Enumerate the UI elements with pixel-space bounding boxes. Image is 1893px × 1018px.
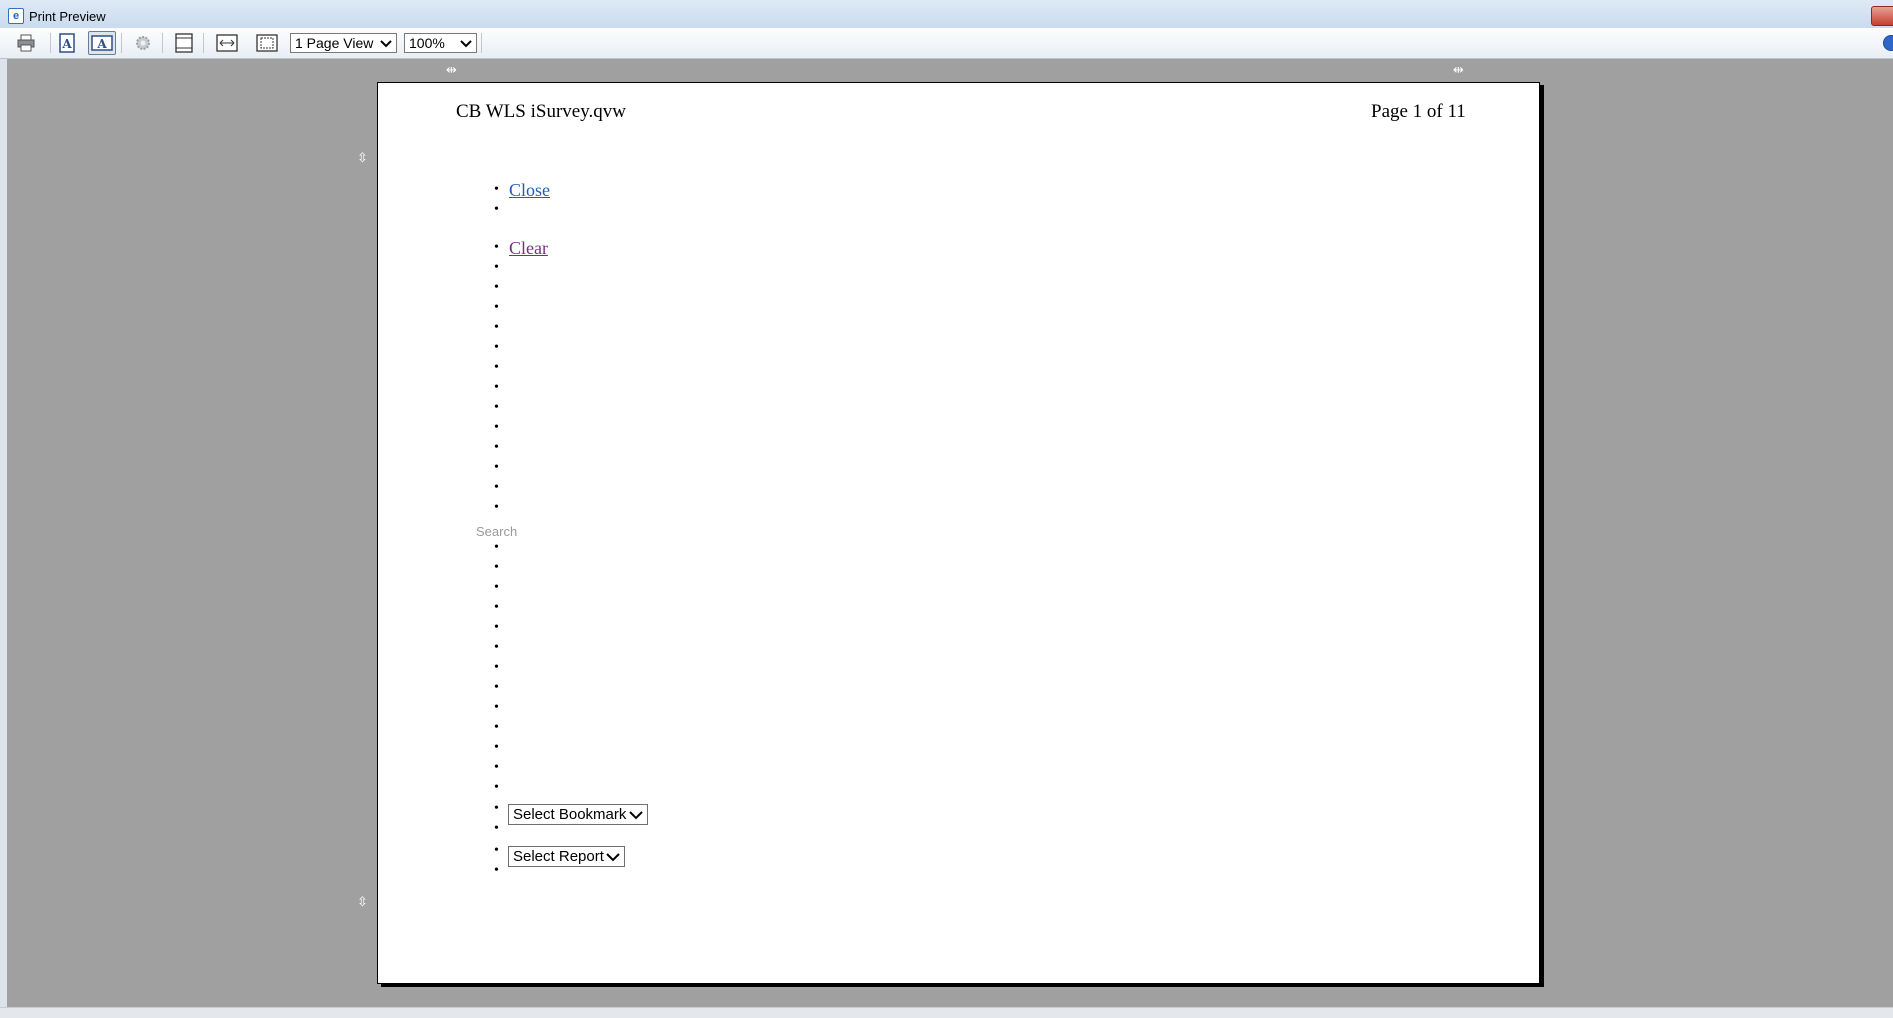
turn-headers-footers-button[interactable] — [170, 31, 198, 55]
list-bullet: • — [494, 863, 499, 878]
list-bullet: • — [494, 240, 499, 255]
list-bullet: • — [494, 740, 499, 755]
full-width-icon — [216, 34, 238, 52]
list-bullet: • — [494, 700, 499, 715]
toolbar-separator — [203, 33, 204, 53]
toolbar-separator — [50, 33, 51, 53]
zoom-value: 100% — [409, 35, 445, 51]
print-icon — [17, 34, 35, 52]
select-report-value: Select Report — [513, 848, 604, 865]
landscape-button[interactable]: A — [88, 31, 116, 55]
list-bullet: • — [494, 660, 499, 675]
list-bullet: • — [494, 801, 499, 816]
list-bullet: • — [494, 580, 499, 595]
list-bullet: • — [494, 560, 499, 575]
zoom-select[interactable]: 100% — [404, 33, 477, 53]
page-header-page-number: Page 1 of 11 — [1371, 101, 1466, 122]
svg-text:A: A — [96, 37, 107, 51]
list-bullet: • — [494, 480, 499, 495]
page-setup-button[interactable] — [129, 31, 157, 55]
turn-headers-footers-icon — [175, 33, 193, 53]
list-bullet: • — [494, 640, 499, 655]
left-margin-handle-icon[interactable]: ⇹ — [446, 64, 457, 77]
list-bullet: • — [494, 720, 499, 735]
list-bullet: • — [494, 400, 499, 415]
view-mode-value: 1 Page View — [295, 35, 374, 51]
svg-text:A: A — [61, 37, 72, 51]
list-bullet: • — [494, 500, 499, 515]
portrait-button[interactable]: A — [53, 31, 81, 55]
list-bullet: • — [494, 680, 499, 695]
list-bullet: • — [494, 620, 499, 635]
list-bullet: • — [494, 420, 499, 435]
window-close-button[interactable] — [1871, 6, 1893, 26]
status-bar — [0, 1007, 1893, 1018]
list-bullet: • — [494, 821, 499, 836]
list-bullet: • — [494, 340, 499, 355]
title-bar: e Print Preview — [0, 0, 1893, 29]
list-bullet: • — [494, 760, 499, 775]
chevron-down-icon — [606, 847, 620, 871]
preview-left-border — [0, 59, 7, 1009]
full-page-button[interactable] — [253, 31, 281, 55]
chevron-down-icon — [629, 805, 643, 829]
select-report-dropdown[interactable]: Select Report — [508, 846, 625, 867]
list-bullet: • — [494, 260, 499, 275]
toolbar-separator — [162, 33, 163, 53]
list-bullet: • — [494, 460, 499, 475]
select-bookmark-value: Select Bookmark — [513, 806, 627, 823]
ie-app-icon: e — [8, 8, 24, 24]
landscape-icon: A — [91, 35, 113, 51]
page-setup-icon — [136, 36, 150, 50]
select-bookmark-dropdown[interactable]: Select Bookmark — [508, 804, 648, 825]
list-bullet: • — [494, 202, 499, 217]
list-bullet: • — [494, 300, 499, 315]
toolbar-separator — [121, 33, 122, 53]
list-bullet: • — [494, 360, 499, 375]
portrait-icon: A — [59, 33, 75, 53]
help-icon[interactable] — [1883, 35, 1893, 51]
page-header-title: CB WLS iSurvey.qvw — [456, 101, 626, 122]
list-bullet: • — [494, 540, 499, 555]
list-bullet: • — [494, 182, 499, 197]
toolbar-separator — [481, 33, 482, 53]
list-bullet: • — [494, 780, 499, 795]
full-page-icon — [256, 34, 278, 52]
right-margin-handle-icon[interactable]: ⇹ — [1453, 64, 1464, 77]
view-mode-select[interactable]: 1 Page View — [290, 33, 397, 53]
toolbar: A A 1 Page View 100% — [0, 28, 1893, 59]
bottom-margin-handle-icon[interactable]: ⇳ — [357, 896, 368, 909]
print-button[interactable] — [12, 31, 40, 55]
list-bullet: • — [494, 600, 499, 615]
close-link[interactable]: Close — [509, 180, 550, 200]
list-bullet: • — [494, 843, 499, 858]
list-bullet: • — [494, 440, 499, 455]
list-bullet: • — [494, 320, 499, 335]
top-margin-handle-icon[interactable]: ⇳ — [357, 152, 368, 165]
list-bullet: • — [494, 280, 499, 295]
window-title: Print Preview — [29, 9, 106, 24]
chevron-down-icon — [380, 34, 392, 56]
search-label: Search — [476, 524, 518, 539]
clear-link[interactable]: Clear — [509, 238, 548, 258]
chevron-down-icon — [460, 34, 472, 56]
list-bullet: • — [494, 380, 499, 395]
full-width-button[interactable] — [213, 31, 241, 55]
